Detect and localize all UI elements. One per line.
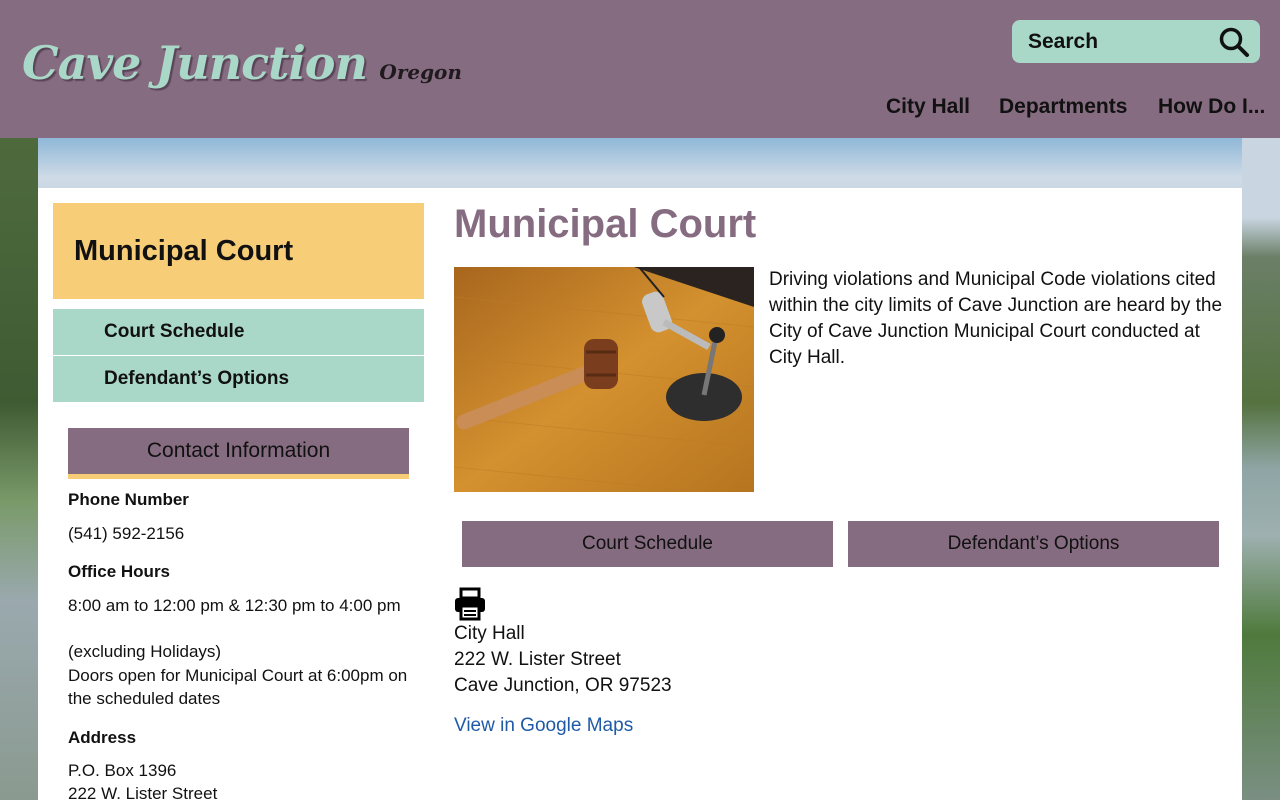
court-schedule-button[interactable]: Court Schedule (462, 521, 833, 567)
defendants-options-button[interactable]: Defendant’s Options (848, 521, 1219, 567)
address-line: City Hall (454, 623, 525, 644)
sidebar-title-text: Municipal Court (74, 235, 294, 267)
contact-heading: Contact Information (68, 428, 409, 479)
sidebar-link-defendants-options[interactable]: Defendant’s Options (53, 356, 424, 402)
print-icon[interactable] (454, 587, 486, 621)
address-line: 222 W. Lister Street (68, 784, 218, 803)
search-icon[interactable] (1218, 26, 1250, 58)
search-box[interactable]: Search (1012, 20, 1260, 63)
sidebar-title: Municipal Court (53, 203, 424, 299)
content-panel: Municipal Court Court Schedule Defendant… (38, 188, 1242, 803)
address-line: 222 W. Lister Street (454, 649, 621, 670)
page-title: Municipal Court (454, 202, 757, 246)
court-photo (454, 267, 754, 492)
logo-title: Cave Junction (22, 36, 368, 90)
sidebar-link-court-schedule[interactable]: Court Schedule (53, 309, 424, 355)
background-scenery-left (0, 138, 38, 800)
site-header: Cave Junction Oregon Search City Hall De… (0, 0, 1280, 138)
nav-departments[interactable]: Departments (999, 92, 1127, 122)
office-hours-label: Office Hours (68, 562, 171, 581)
sidebar-link-label: Defendant’s Options (104, 368, 290, 389)
logo-subtitle: Oregon (379, 60, 462, 84)
contact-heading-text: Contact Information (146, 439, 331, 462)
main-nav: City Hall Departments How Do I... (0, 92, 1280, 122)
address-line: Cave Junction, OR 97523 (454, 675, 672, 696)
button-label: Court Schedule (582, 533, 713, 554)
office-hours-line: 8:00 am to 12:00 pm & 12:30 pm to 4:00 p… (68, 596, 401, 615)
address-line: P.O. Box 1396 (68, 761, 177, 780)
phone-label: Phone Number (68, 490, 189, 509)
intro-paragraph: Driving violations and Municipal Code vi… (769, 269, 1223, 368)
phone-number[interactable]: (541) 592-2156 (68, 522, 413, 545)
office-hours-line: Doors open for Municipal Court at 6:00pm… (68, 666, 408, 708)
nav-how-do-i[interactable]: How Do I... (1158, 92, 1265, 122)
nav-city-hall[interactable]: City Hall (886, 92, 970, 122)
google-maps-link[interactable]: View in Google Maps (454, 715, 633, 737)
background-scenery-right (1242, 138, 1280, 800)
button-label: Defendant’s Options (947, 533, 1120, 554)
site-logo[interactable]: Cave Junction Oregon (22, 36, 462, 90)
search-input[interactable]: Search (1028, 20, 1098, 63)
office-hours-line: (excluding Holidays) (68, 642, 222, 661)
address-label: Address (68, 728, 137, 747)
sidebar-link-label: Court Schedule (104, 321, 245, 342)
